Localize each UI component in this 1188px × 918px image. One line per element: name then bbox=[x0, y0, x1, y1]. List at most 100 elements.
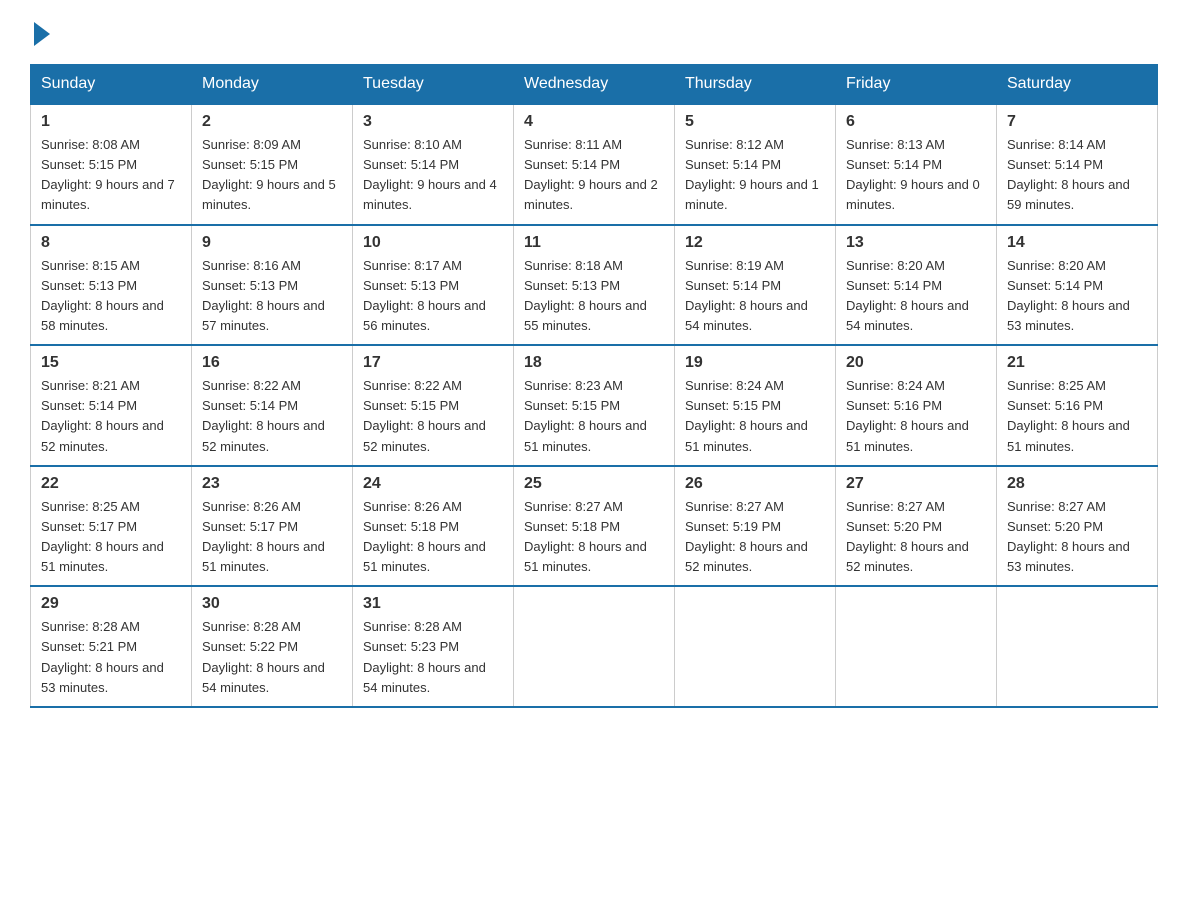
day-number: 2 bbox=[202, 113, 342, 131]
calendar-cell: 21 Sunrise: 8:25 AM Sunset: 5:16 PM Dayl… bbox=[997, 345, 1158, 466]
day-info: Sunrise: 8:19 AM Sunset: 5:14 PM Dayligh… bbox=[685, 256, 825, 337]
calendar-cell: 9 Sunrise: 8:16 AM Sunset: 5:13 PM Dayli… bbox=[192, 225, 353, 346]
calendar-cell: 23 Sunrise: 8:26 AM Sunset: 5:17 PM Dayl… bbox=[192, 466, 353, 587]
sunrise-label: Sunrise: 8:13 AM bbox=[846, 137, 945, 152]
sunset-label: Sunset: 5:16 PM bbox=[846, 398, 942, 413]
calendar-cell: 12 Sunrise: 8:19 AM Sunset: 5:14 PM Dayl… bbox=[675, 225, 836, 346]
calendar-cell: 29 Sunrise: 8:28 AM Sunset: 5:21 PM Dayl… bbox=[31, 586, 192, 707]
calendar-cell: 1 Sunrise: 8:08 AM Sunset: 5:15 PM Dayli… bbox=[31, 104, 192, 225]
sunrise-label: Sunrise: 8:26 AM bbox=[363, 499, 462, 514]
day-info: Sunrise: 8:22 AM Sunset: 5:14 PM Dayligh… bbox=[202, 376, 342, 457]
day-number: 4 bbox=[524, 113, 664, 131]
day-info: Sunrise: 8:18 AM Sunset: 5:13 PM Dayligh… bbox=[524, 256, 664, 337]
sunset-label: Sunset: 5:15 PM bbox=[363, 398, 459, 413]
sunrise-label: Sunrise: 8:25 AM bbox=[41, 499, 140, 514]
day-info: Sunrise: 8:11 AM Sunset: 5:14 PM Dayligh… bbox=[524, 135, 664, 216]
day-number: 17 bbox=[363, 354, 503, 372]
daylight-label: Daylight: 8 hours and 52 minutes. bbox=[363, 418, 486, 453]
sunset-label: Sunset: 5:14 PM bbox=[685, 157, 781, 172]
sunrise-label: Sunrise: 8:28 AM bbox=[363, 619, 462, 634]
day-number: 22 bbox=[41, 475, 181, 493]
sunrise-label: Sunrise: 8:24 AM bbox=[846, 378, 945, 393]
sunset-label: Sunset: 5:14 PM bbox=[1007, 157, 1103, 172]
sunset-label: Sunset: 5:19 PM bbox=[685, 519, 781, 534]
daylight-label: Daylight: 8 hours and 56 minutes. bbox=[363, 298, 486, 333]
sunrise-label: Sunrise: 8:28 AM bbox=[41, 619, 140, 634]
calendar-cell: 14 Sunrise: 8:20 AM Sunset: 5:14 PM Dayl… bbox=[997, 225, 1158, 346]
calendar-cell: 30 Sunrise: 8:28 AM Sunset: 5:22 PM Dayl… bbox=[192, 586, 353, 707]
sunrise-label: Sunrise: 8:14 AM bbox=[1007, 137, 1106, 152]
sunset-label: Sunset: 5:22 PM bbox=[202, 639, 298, 654]
calendar-cell bbox=[836, 586, 997, 707]
calendar-cell: 10 Sunrise: 8:17 AM Sunset: 5:13 PM Dayl… bbox=[353, 225, 514, 346]
header-day-friday: Friday bbox=[836, 65, 997, 105]
day-number: 11 bbox=[524, 234, 664, 252]
sunrise-label: Sunrise: 8:26 AM bbox=[202, 499, 301, 514]
sunset-label: Sunset: 5:17 PM bbox=[202, 519, 298, 534]
daylight-label: Daylight: 8 hours and 54 minutes. bbox=[202, 660, 325, 695]
daylight-label: Daylight: 9 hours and 4 minutes. bbox=[363, 177, 497, 212]
day-number: 6 bbox=[846, 113, 986, 131]
sunset-label: Sunset: 5:21 PM bbox=[41, 639, 137, 654]
calendar-cell: 15 Sunrise: 8:21 AM Sunset: 5:14 PM Dayl… bbox=[31, 345, 192, 466]
day-info: Sunrise: 8:13 AM Sunset: 5:14 PM Dayligh… bbox=[846, 135, 986, 216]
calendar-cell bbox=[997, 586, 1158, 707]
sunset-label: Sunset: 5:20 PM bbox=[846, 519, 942, 534]
header-day-monday: Monday bbox=[192, 65, 353, 105]
sunrise-label: Sunrise: 8:16 AM bbox=[202, 258, 301, 273]
daylight-label: Daylight: 8 hours and 54 minutes. bbox=[685, 298, 808, 333]
sunset-label: Sunset: 5:14 PM bbox=[846, 278, 942, 293]
daylight-label: Daylight: 9 hours and 1 minute. bbox=[685, 177, 819, 212]
sunrise-label: Sunrise: 8:27 AM bbox=[685, 499, 784, 514]
sunrise-label: Sunrise: 8:19 AM bbox=[685, 258, 784, 273]
day-info: Sunrise: 8:24 AM Sunset: 5:15 PM Dayligh… bbox=[685, 376, 825, 457]
logo bbox=[30, 20, 50, 44]
daylight-label: Daylight: 8 hours and 59 minutes. bbox=[1007, 177, 1130, 212]
sunset-label: Sunset: 5:14 PM bbox=[846, 157, 942, 172]
daylight-label: Daylight: 8 hours and 53 minutes. bbox=[1007, 539, 1130, 574]
sunrise-label: Sunrise: 8:20 AM bbox=[846, 258, 945, 273]
day-number: 9 bbox=[202, 234, 342, 252]
sunset-label: Sunset: 5:20 PM bbox=[1007, 519, 1103, 534]
day-info: Sunrise: 8:20 AM Sunset: 5:14 PM Dayligh… bbox=[846, 256, 986, 337]
daylight-label: Daylight: 8 hours and 55 minutes. bbox=[524, 298, 647, 333]
page-header bbox=[30, 20, 1158, 44]
daylight-label: Daylight: 8 hours and 53 minutes. bbox=[41, 660, 164, 695]
sunset-label: Sunset: 5:15 PM bbox=[202, 157, 298, 172]
daylight-label: Daylight: 8 hours and 54 minutes. bbox=[363, 660, 486, 695]
week-row-1: 1 Sunrise: 8:08 AM Sunset: 5:15 PM Dayli… bbox=[31, 104, 1158, 225]
daylight-label: Daylight: 8 hours and 53 minutes. bbox=[1007, 298, 1130, 333]
calendar-cell: 11 Sunrise: 8:18 AM Sunset: 5:13 PM Dayl… bbox=[514, 225, 675, 346]
sunrise-label: Sunrise: 8:25 AM bbox=[1007, 378, 1106, 393]
calendar-cell: 13 Sunrise: 8:20 AM Sunset: 5:14 PM Dayl… bbox=[836, 225, 997, 346]
daylight-label: Daylight: 8 hours and 52 minutes. bbox=[202, 418, 325, 453]
day-info: Sunrise: 8:24 AM Sunset: 5:16 PM Dayligh… bbox=[846, 376, 986, 457]
daylight-label: Daylight: 8 hours and 51 minutes. bbox=[685, 418, 808, 453]
day-number: 20 bbox=[846, 354, 986, 372]
sunset-label: Sunset: 5:15 PM bbox=[41, 157, 137, 172]
daylight-label: Daylight: 8 hours and 57 minutes. bbox=[202, 298, 325, 333]
week-row-5: 29 Sunrise: 8:28 AM Sunset: 5:21 PM Dayl… bbox=[31, 586, 1158, 707]
daylight-label: Daylight: 8 hours and 51 minutes. bbox=[202, 539, 325, 574]
day-number: 25 bbox=[524, 475, 664, 493]
day-number: 1 bbox=[41, 113, 181, 131]
calendar-cell: 6 Sunrise: 8:13 AM Sunset: 5:14 PM Dayli… bbox=[836, 104, 997, 225]
calendar-cell: 2 Sunrise: 8:09 AM Sunset: 5:15 PM Dayli… bbox=[192, 104, 353, 225]
sunrise-label: Sunrise: 8:12 AM bbox=[685, 137, 784, 152]
calendar-cell: 28 Sunrise: 8:27 AM Sunset: 5:20 PM Dayl… bbox=[997, 466, 1158, 587]
day-info: Sunrise: 8:26 AM Sunset: 5:17 PM Dayligh… bbox=[202, 497, 342, 578]
day-number: 23 bbox=[202, 475, 342, 493]
daylight-label: Daylight: 8 hours and 52 minutes. bbox=[846, 539, 969, 574]
week-row-2: 8 Sunrise: 8:15 AM Sunset: 5:13 PM Dayli… bbox=[31, 225, 1158, 346]
daylight-label: Daylight: 8 hours and 52 minutes. bbox=[41, 418, 164, 453]
sunrise-label: Sunrise: 8:08 AM bbox=[41, 137, 140, 152]
daylight-label: Daylight: 8 hours and 51 minutes. bbox=[524, 418, 647, 453]
daylight-label: Daylight: 8 hours and 51 minutes. bbox=[41, 539, 164, 574]
calendar-body: 1 Sunrise: 8:08 AM Sunset: 5:15 PM Dayli… bbox=[31, 104, 1158, 707]
sunrise-label: Sunrise: 8:17 AM bbox=[363, 258, 462, 273]
sunset-label: Sunset: 5:15 PM bbox=[685, 398, 781, 413]
day-number: 30 bbox=[202, 595, 342, 613]
calendar-cell: 8 Sunrise: 8:15 AM Sunset: 5:13 PM Dayli… bbox=[31, 225, 192, 346]
sunset-label: Sunset: 5:13 PM bbox=[202, 278, 298, 293]
sunrise-label: Sunrise: 8:27 AM bbox=[1007, 499, 1106, 514]
